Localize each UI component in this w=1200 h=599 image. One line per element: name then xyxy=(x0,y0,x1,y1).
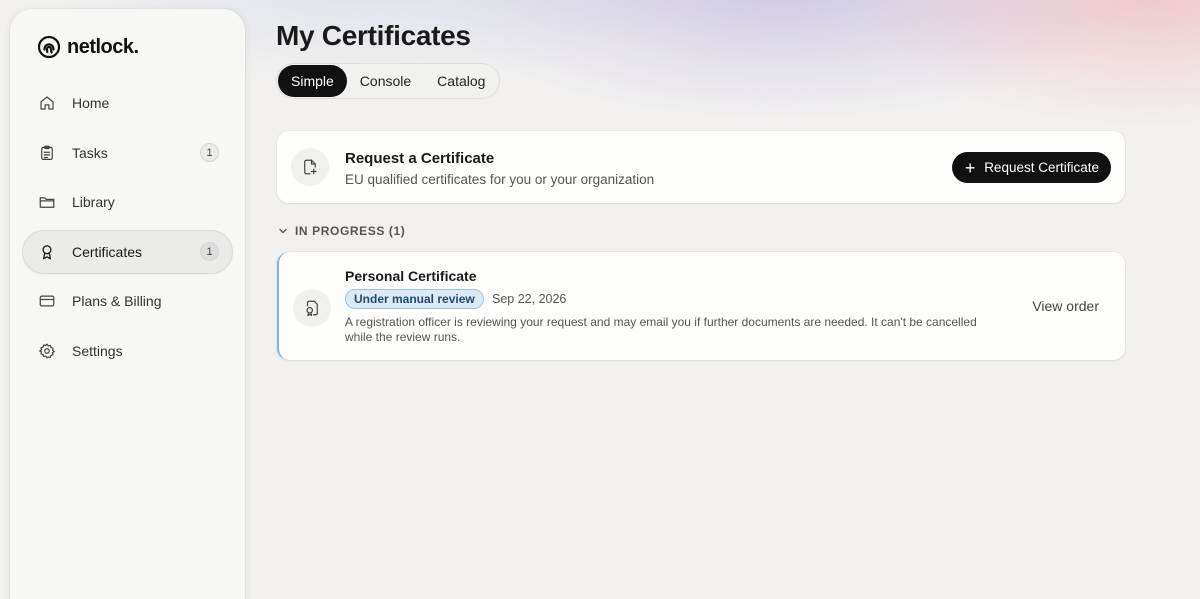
plus-icon: + xyxy=(964,157,976,178)
logo-text: netlock. xyxy=(67,35,139,58)
home-icon xyxy=(38,94,56,112)
request-certificate-button-label: Request Certificate xyxy=(984,160,1099,175)
request-certificate-card: Request a Certificate EU qualified certi… xyxy=(277,131,1125,203)
sidebar-item-label: Library xyxy=(72,194,115,211)
tab-simple[interactable]: Simple xyxy=(278,65,347,97)
certificate-seal-icon xyxy=(293,289,331,327)
sidebar-item-library[interactable]: Library xyxy=(22,180,233,224)
request-certificate-button[interactable]: + Request Certificate xyxy=(952,152,1111,183)
count-badge: 1 xyxy=(200,242,219,262)
sidebar-item-label: Tasks xyxy=(72,144,108,161)
sidebar-item-tasks[interactable]: Tasks 1 xyxy=(22,131,233,175)
order-date: Sep 22, 2026 xyxy=(492,292,567,306)
view-tabs: Simple Console Catalog xyxy=(276,63,501,99)
in-progress-section-toggle[interactable]: IN PROGRESS (1) xyxy=(278,224,405,238)
award-ribbon-icon xyxy=(38,243,56,261)
document-add-icon xyxy=(291,148,329,186)
count-badge: 1 xyxy=(200,143,219,163)
sidebar-item-plans-billing[interactable]: Plans & Billing xyxy=(22,279,233,323)
sidebar-nav: Home Tasks 1 Library Certificates 1 Plan… xyxy=(22,81,233,379)
credit-card-icon xyxy=(38,292,56,310)
request-card-subtitle: EU qualified certificates for you or you… xyxy=(345,172,655,187)
sidebar-item-certificates[interactable]: Certificates 1 xyxy=(22,229,233,274)
logo[interactable]: netlock. xyxy=(37,35,139,59)
sidebar: netlock. Home Tasks 1 Library Certificat… xyxy=(10,9,245,599)
sidebar-item-label: Plans & Billing xyxy=(72,293,162,310)
sidebar-item-label: Settings xyxy=(72,342,123,359)
sidebar-item-label: Home xyxy=(72,95,110,111)
chevron-down-icon xyxy=(279,228,287,234)
view-order-link[interactable]: View order xyxy=(1032,298,1099,314)
order-title: Personal Certificate xyxy=(345,268,477,284)
tab-console[interactable]: Console xyxy=(347,65,424,97)
gear-icon xyxy=(38,342,56,360)
fingerprint-logo-icon xyxy=(37,35,61,59)
clipboard-icon xyxy=(38,144,56,162)
page-title: My Certificates xyxy=(276,20,471,51)
sidebar-item-home[interactable]: Home xyxy=(22,81,233,125)
folder-icon xyxy=(38,193,56,211)
sidebar-item-label: Certificates xyxy=(72,243,143,260)
in-progress-header: IN PROGRESS (1) xyxy=(295,224,406,238)
request-card-title: Request a Certificate xyxy=(345,150,495,167)
sidebar-item-settings[interactable]: Settings xyxy=(22,329,233,373)
in-progress-order-card[interactable]: Personal Certificate Under manual review… xyxy=(277,252,1125,360)
order-description: A registration officer is reviewing your… xyxy=(345,315,977,344)
tab-catalog[interactable]: Catalog xyxy=(424,65,498,97)
status-badge: Under manual review xyxy=(345,289,484,309)
